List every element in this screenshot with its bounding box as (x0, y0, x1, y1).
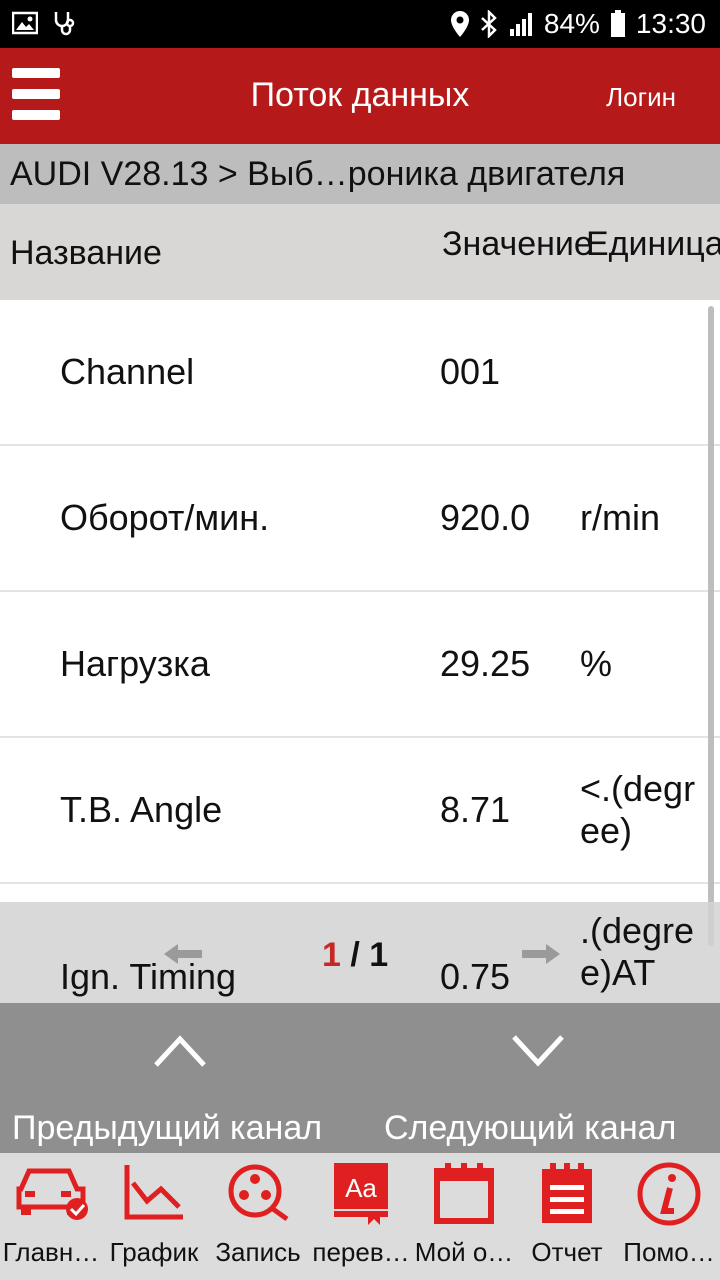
tab-my[interactable]: Мой о… (412, 1153, 516, 1280)
row-name: T.B. Angle (60, 789, 223, 830)
car-check-icon (11, 1161, 91, 1228)
tab-label: перев… (312, 1237, 410, 1267)
next-channel-button[interactable]: Следующий канал (360, 1003, 720, 1153)
clock: 13:30 (635, 8, 706, 39)
total-pages: 1 (369, 936, 389, 974)
row-value: 001 (440, 351, 501, 392)
arrow-right-icon[interactable] (520, 942, 562, 971)
previous-channel-label: Предыдущий канал (12, 1109, 323, 1147)
login-button[interactable]: Логин (606, 82, 676, 113)
location-icon (450, 10, 470, 38)
bluetooth-icon (480, 10, 498, 38)
tab-label: Мой о… (414, 1237, 514, 1267)
tab-graph[interactable]: График (102, 1153, 206, 1280)
translate-book-icon: Aa (328, 1161, 394, 1232)
column-value-header: Значение (442, 225, 593, 263)
battery-percent: 84% (543, 8, 600, 39)
tab-translate[interactable]: Aa перев… (310, 1153, 412, 1280)
chevron-down-icon (510, 1033, 566, 1074)
chevron-up-icon (152, 1033, 208, 1074)
table-row[interactable]: Channel 001 (0, 300, 720, 446)
table-row[interactable]: T.B. Angle 8.71 <.(degree) (0, 738, 720, 884)
tab-home[interactable]: Главн… (0, 1153, 102, 1280)
channel-nav: Предыдущий канал Следующий канал (0, 1003, 720, 1153)
breadcrumb: AUDI V28.13 > Выб…роника двигателя (0, 144, 720, 204)
column-unit-header: Единица (586, 225, 720, 263)
row-value: 920.0 (440, 497, 531, 538)
row-unit: <.(degree) (580, 768, 696, 851)
tab-label: Главн… (2, 1237, 100, 1267)
tab-help[interactable]: Помо… (618, 1153, 720, 1280)
graph-icon (121, 1161, 187, 1228)
column-name-header: Название (10, 234, 162, 272)
row-unit: % (580, 643, 613, 684)
film-reel-icon (225, 1161, 291, 1228)
row-unit: r/min (580, 497, 660, 538)
table-row[interactable]: Нагрузка 29.25 % (0, 592, 720, 738)
calendar-icon (431, 1161, 497, 1232)
scrollbar[interactable] (708, 306, 714, 946)
table-header: Название Значение Единица (0, 204, 720, 300)
tab-record[interactable]: Запись (206, 1153, 310, 1280)
arrow-left-icon[interactable] (162, 942, 204, 971)
bottom-toolbar: Главн… График Запись Aa перев… Мой о… От… (0, 1153, 720, 1280)
row-value: 8.71 (440, 789, 511, 830)
tab-report[interactable]: Отчет (516, 1153, 618, 1280)
tab-label: Запись (215, 1237, 301, 1267)
report-icon (534, 1161, 600, 1232)
status-bar: 84% 13:30 (0, 0, 720, 48)
svg-text:Aa: Aa (345, 1173, 377, 1203)
previous-channel-button[interactable]: Предыдущий канал (0, 1003, 360, 1153)
row-name: Channel (60, 351, 195, 392)
table-row[interactable]: Оборот/мин. 920.0 r/min (0, 446, 720, 592)
tab-label: Помо… (623, 1237, 715, 1267)
stethoscope-notification-icon (52, 10, 76, 36)
pager: 1 / 1 (0, 902, 720, 1003)
image-notification-icon (12, 11, 38, 35)
signal-icon (508, 11, 534, 37)
tab-label: Отчет (531, 1237, 603, 1267)
tab-label: График (109, 1237, 199, 1267)
page-indicator: 1 / 1 (322, 936, 388, 975)
next-channel-label: Следующий канал (384, 1109, 677, 1147)
row-name: Оборот/мин. (60, 497, 270, 538)
app-bar: Поток данных Логин (0, 48, 720, 144)
row-name: Нагрузка (60, 643, 210, 684)
info-icon (636, 1161, 702, 1232)
page-separator: / (340, 936, 370, 974)
row-value: 29.25 (440, 643, 531, 684)
battery-icon (610, 10, 626, 38)
data-stream-list[interactable]: Channel 001 Оборот/мин. 920.0 r/min Нагр… (0, 300, 720, 1003)
current-page: 1 (322, 936, 341, 974)
